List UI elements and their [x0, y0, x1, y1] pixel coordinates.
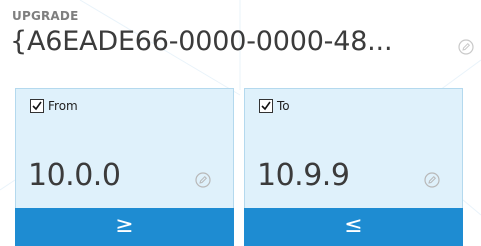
from-operator-button[interactable]: ≥ [15, 208, 234, 246]
pencil-circle-icon[interactable] [458, 39, 474, 55]
to-version-card: To 10.9.9 [244, 88, 463, 209]
checkmark-icon [261, 101, 271, 111]
from-checkbox-label: From [48, 99, 78, 113]
to-checkbox-label: To [277, 99, 290, 113]
to-version-value[interactable]: 10.9.9 [257, 158, 350, 193]
to-operator-button[interactable]: ≤ [244, 208, 463, 246]
from-checkbox[interactable] [30, 99, 44, 113]
to-checkbox[interactable] [259, 99, 273, 113]
to-checkbox-row[interactable]: To [259, 99, 290, 113]
from-version-card: From 10.0.0 [15, 88, 234, 209]
checkmark-icon [32, 101, 42, 111]
edit-from-version-icon[interactable] [195, 172, 211, 188]
from-checkbox-row[interactable]: From [30, 99, 78, 113]
section-heading: UPGRADE [12, 9, 79, 23]
product-code-title: {A6EADE66-0000-0000-48... [10, 26, 393, 57]
from-version-value[interactable]: 10.0.0 [28, 158, 121, 193]
edit-to-version-icon[interactable] [424, 172, 440, 188]
